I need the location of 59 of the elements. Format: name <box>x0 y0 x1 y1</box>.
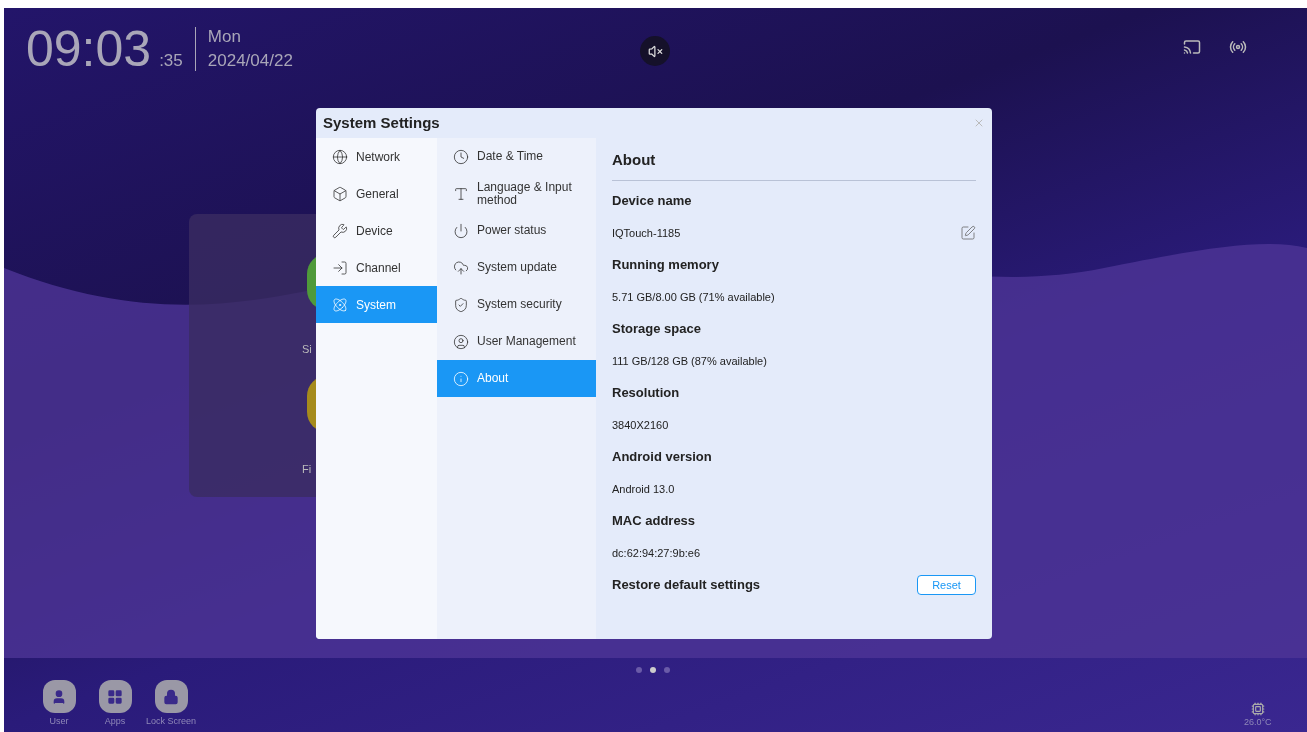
dialog-title: System Settings <box>323 112 440 133</box>
dock-button[interactable] <box>98 680 132 713</box>
power-icon <box>453 222 469 239</box>
category-item[interactable]: Channel <box>316 249 437 286</box>
field-value: 5.71 GB/8.00 GB (71% available) <box>612 289 775 305</box>
weekday-text: Mon <box>207 26 242 48</box>
dock-button[interactable] <box>154 680 188 713</box>
subitem-item[interactable]: System update <box>437 249 596 286</box>
field-value: IQTouch-1185 <box>612 225 681 241</box>
category-item[interactable]: General <box>316 175 437 212</box>
dock-label: Apps <box>104 715 126 728</box>
temperature-icon <box>1250 702 1265 716</box>
subitem-item[interactable]: Date & Time <box>437 138 596 175</box>
category-item[interactable]: Device <box>316 212 437 249</box>
apps-icon <box>107 688 123 705</box>
cube-icon <box>332 185 348 202</box>
field-value: dc:62:94:27:9b:e6 <box>612 545 701 561</box>
app-label: Si <box>302 342 312 357</box>
clock-time: 09:03 <box>26 24 152 74</box>
dock-button[interactable] <box>42 680 76 713</box>
temperature-text: 26.0°C <box>1244 716 1272 729</box>
restore-label: Restore default settings <box>612 576 761 595</box>
date-text: 2024/04/22 <box>207 50 293 72</box>
dock-label: Lock Screen <box>146 715 196 728</box>
shield-icon <box>453 296 469 313</box>
subitem-item[interactable]: Power status <box>437 212 596 249</box>
category-item[interactable]: Network <box>316 138 437 175</box>
field-label: Device name <box>612 192 693 211</box>
lock-icon <box>163 688 179 705</box>
about-heading: About <box>612 151 656 168</box>
mute-icon <box>647 43 663 59</box>
field-label: Running memory <box>612 256 720 275</box>
dock-label: User <box>49 715 69 728</box>
field-label: MAC address <box>612 512 697 531</box>
broadcast-icon[interactable] <box>1229 38 1247 56</box>
globe-icon <box>332 148 348 165</box>
field-value: Android 13.0 <box>612 481 675 497</box>
subitem-item[interactable]: User Management <box>437 323 596 360</box>
clock-seconds: :35 <box>159 49 183 72</box>
user-icon <box>453 333 469 350</box>
atom-icon <box>332 296 348 313</box>
field-label: Storage space <box>612 320 702 339</box>
cloud-upload-icon <box>453 259 469 276</box>
field-value: 111 GB/128 GB (87% available) <box>612 353 767 369</box>
input-icon <box>332 259 348 276</box>
tools-icon <box>332 222 348 239</box>
subitem-item[interactable]: System security <box>437 286 596 323</box>
user-icon <box>51 688 67 705</box>
info-icon <box>453 370 469 387</box>
clock-icon <box>453 148 469 165</box>
field-label: Resolution <box>612 384 681 403</box>
letter-icon <box>453 185 469 202</box>
field-value: 3840X2160 <box>612 417 669 433</box>
screen-share-icon[interactable] <box>1183 38 1201 56</box>
mute-button[interactable] <box>640 36 670 66</box>
field-label: Android version <box>612 448 713 467</box>
edit-icon[interactable] <box>960 225 976 241</box>
app-label: Fi <box>302 462 312 477</box>
subitem-item[interactable]: Language & Input method <box>437 175 596 212</box>
